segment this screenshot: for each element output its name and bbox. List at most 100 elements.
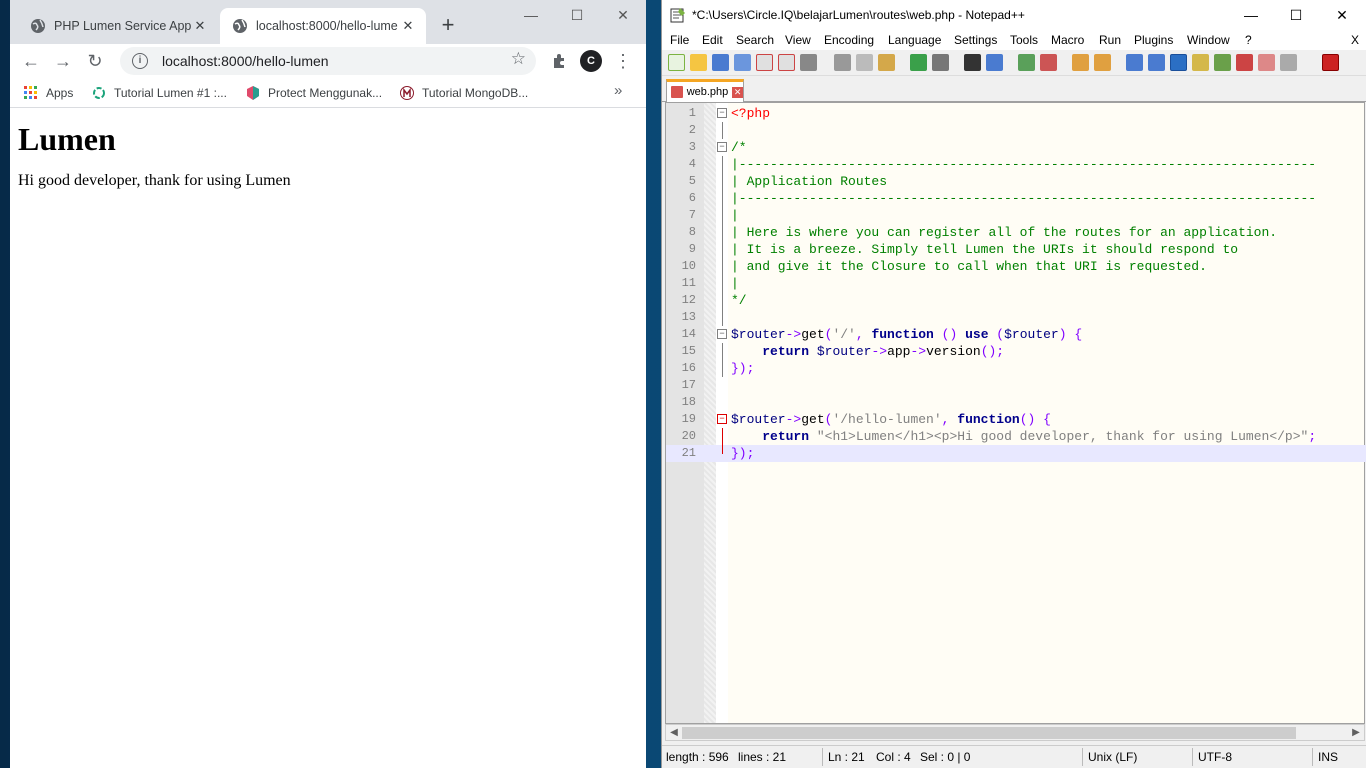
document-tab-web-php[interactable]: web.php ✕ [666,79,744,102]
document-map-icon[interactable] [1214,54,1231,71]
fold-collapse-icon[interactable]: − [717,108,727,118]
new-file-icon[interactable] [668,54,685,71]
zoom-out-icon[interactable] [1040,54,1057,71]
back-arrow-icon[interactable]: ← [18,48,44,74]
replace-icon[interactable] [986,54,1003,71]
address-bar[interactable]: i ☆ [120,47,536,75]
close-document-button[interactable]: X [1351,33,1359,47]
reload-icon[interactable]: ↻ [82,48,108,74]
code-line: 10 | and give it the Closure to call whe… [681,258,1207,275]
record-macro-icon[interactable] [1322,54,1339,71]
monitoring-icon[interactable] [1280,54,1297,71]
code-line: 9 | It is a breeze. Simply tell Lumen th… [688,241,1239,258]
minimize-icon[interactable]: — [1228,4,1274,26]
print-icon[interactable] [800,54,817,71]
sync-horizontal-icon[interactable] [1094,54,1111,71]
menu-settings[interactable]: Settings [954,33,997,47]
folder-as-workspace-icon[interactable] [1258,54,1275,71]
horizontal-scrollbar[interactable]: ◀ ▶ [665,724,1365,741]
browser-titlebar: PHP Lumen Service App.p ✕ localhost:8000… [10,0,646,44]
indent-guide-icon[interactable] [1170,54,1187,71]
save-icon[interactable] [712,54,729,71]
bookmarks-overflow-icon[interactable]: » [614,82,622,99]
lumen-bookmark-icon [93,87,105,99]
web-page-content: Lumen Hi good developer, thank for using… [10,109,646,768]
scrollbar-thumb[interactable] [682,727,1296,739]
extensions-puzzle-icon[interactable] [546,48,572,74]
new-tab-plus-icon[interactable]: + [434,12,462,40]
cut-icon[interactable] [834,54,851,71]
editor-titlebar: *C:\Users\Circle.IQ\belajarLumen\routes\… [662,0,1366,30]
scroll-right-icon[interactable]: ▶ [1348,725,1364,740]
code-line: 11 | [681,275,739,292]
tab-hello-lumen[interactable]: localhost:8000/hello-lume ✕ [220,8,426,44]
code-editor[interactable]: 1 − <?php 2 3 − /* 4 |------------------… [665,102,1366,724]
word-wrap-icon[interactable] [1126,54,1143,71]
redo-icon[interactable] [932,54,949,71]
code-line: 7 | [688,207,739,224]
minimize-icon[interactable]: — [508,4,554,28]
status-encoding[interactable]: UTF-8 [1198,750,1232,764]
code-line: 13 [666,309,1366,326]
bookmark-tutorial-lumen[interactable]: Tutorial Lumen #1 :... [92,84,227,102]
menu-encoding[interactable]: Encoding [824,33,874,47]
close-icon[interactable] [756,54,773,71]
bookmark-protect[interactable]: Protect Menggunak... [246,84,382,102]
menu-language[interactable]: Language [888,33,941,47]
fold-collapse-icon[interactable]: − [717,142,727,152]
globe-icon [31,19,45,33]
tab-close-icon[interactable]: ✕ [400,18,416,34]
menu-view[interactable]: View [785,33,811,47]
more-vertical-icon[interactable]: ⋮ [610,48,636,74]
menu-file[interactable]: File [670,33,689,47]
unsaved-file-icon [671,86,683,98]
url-input[interactable] [162,53,502,69]
zoom-in-icon[interactable] [1018,54,1035,71]
find-icon[interactable] [964,54,981,71]
status-insert-mode: INS [1318,750,1339,764]
info-icon[interactable]: i [132,53,148,69]
tab-close-icon[interactable]: ✕ [732,86,743,98]
menu-edit[interactable]: Edit [702,33,723,47]
menu-search[interactable]: Search [736,33,774,47]
fold-collapse-icon[interactable]: − [717,414,727,424]
menu-macro[interactable]: Macro [1051,33,1084,47]
tab-close-icon[interactable]: ✕ [192,18,208,34]
editor-title: *C:\Users\Circle.IQ\belajarLumen\routes\… [692,8,1025,22]
maximize-icon[interactable]: ☐ [554,4,600,28]
code-line: 15 return $router->app->version(); [681,343,1005,360]
paste-icon[interactable] [878,54,895,71]
bookmark-apps[interactable]: Apps [24,84,73,102]
close-window-icon[interactable]: ✕ [600,4,646,28]
open-folder-icon[interactable] [690,54,707,71]
status-eol[interactable]: Unix (LF) [1088,750,1137,764]
show-all-characters-icon[interactable] [1148,54,1165,71]
forward-arrow-icon[interactable]: → [50,48,76,74]
undo-icon[interactable] [910,54,927,71]
code-line: 5 | Application Routes [688,173,888,190]
document-tabbar: web.php ✕ [662,76,1366,102]
scroll-left-icon[interactable]: ◀ [666,725,682,740]
menu-tools[interactable]: Tools [1010,33,1038,47]
language-define-icon[interactable] [1192,54,1209,71]
menu-plugins[interactable]: Plugins [1134,33,1173,47]
menu-help[interactable]: ? [1245,33,1252,47]
function-list-icon[interactable] [1236,54,1253,71]
code-line: 14 − $router->get('/', function () use (… [681,327,1083,342]
sync-vertical-icon[interactable] [1072,54,1089,71]
profile-avatar[interactable]: C [580,50,602,72]
fold-collapse-icon[interactable]: − [717,329,727,339]
menu-run[interactable]: Run [1099,33,1121,47]
notepadpp-app-icon [670,8,685,23]
bookmark-star-icon[interactable]: ☆ [511,49,526,69]
bookmark-mongodb[interactable]: Tutorial MongoDB... [400,84,528,102]
menu-window[interactable]: Window [1187,33,1230,47]
close-all-icon[interactable] [778,54,795,71]
save-all-icon[interactable] [734,54,751,71]
copy-icon[interactable] [856,54,873,71]
tab-php-lumen-service[interactable]: PHP Lumen Service App.p ✕ [18,8,218,44]
maximize-icon[interactable]: ☐ [1273,4,1319,26]
code-line: 4 |-------------------------------------… [688,156,1317,173]
bookmark-label: Tutorial MongoDB... [422,86,529,100]
close-window-icon[interactable]: ✕ [1319,4,1365,26]
